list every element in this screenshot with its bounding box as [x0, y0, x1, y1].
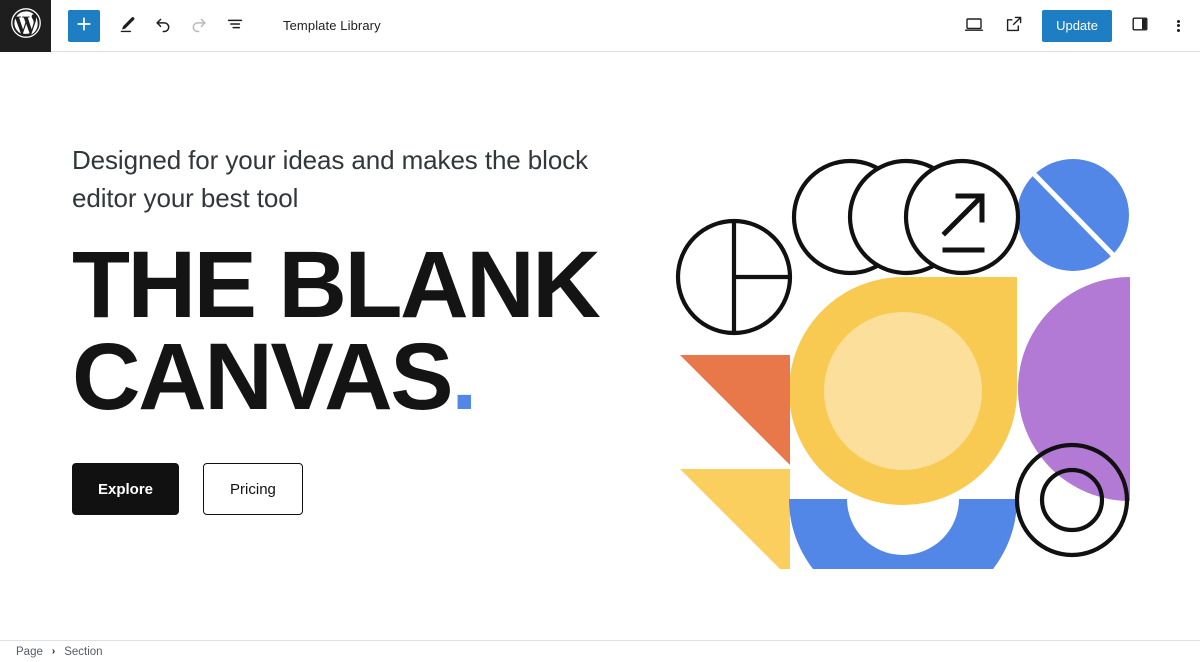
- wordpress-logo-button[interactable]: [0, 0, 51, 52]
- hero-display-heading[interactable]: THE BLANK CANVAS.: [72, 232, 632, 425]
- explore-button[interactable]: Explore: [72, 463, 180, 515]
- list-view-icon: [225, 14, 245, 37]
- preview-external-button[interactable]: [996, 8, 1032, 44]
- blue-half-ring-shape: [789, 499, 1017, 569]
- wordpress-logo-icon: [10, 7, 42, 44]
- desktop-preview-icon: [963, 13, 985, 38]
- settings-sidebar-button[interactable]: [1122, 8, 1158, 44]
- blue-slashed-circle-shape: [1017, 159, 1129, 271]
- purple-half-circle-shape: [1018, 277, 1130, 501]
- editor-toolbar: Template Library Update: [0, 0, 1200, 52]
- breadcrumb-item-page[interactable]: Page: [16, 646, 43, 658]
- options-menu-button[interactable]: [1162, 8, 1194, 44]
- yellow-notched-circle-shape: [789, 277, 1017, 505]
- view-device-button[interactable]: [956, 8, 992, 44]
- redo-button[interactable]: [181, 8, 217, 44]
- undo-arrow-icon: [153, 14, 173, 37]
- toolbar-right-group: Update: [956, 8, 1200, 44]
- hero-heading-line-2: CANVAS: [72, 324, 454, 430]
- list-view-button[interactable]: [217, 8, 253, 44]
- undo-button[interactable]: [145, 8, 181, 44]
- breadcrumb-item-section[interactable]: Section: [64, 646, 102, 658]
- pencil-icon: [117, 14, 137, 37]
- external-link-icon: [1004, 14, 1024, 37]
- plus-icon: [75, 15, 93, 36]
- update-button[interactable]: Update: [1042, 9, 1112, 42]
- document-title: Template Library: [283, 18, 381, 33]
- hero-heading-line-2-wrap: CANVAS.: [72, 330, 632, 425]
- hero-heading-dot: .: [451, 324, 477, 430]
- abstract-geometric-collage[interactable]: [668, 107, 1130, 569]
- quartered-outline-circle-shape: [675, 218, 793, 336]
- editor-canvas[interactable]: Designed for your ideas and makes the bl…: [0, 52, 1200, 640]
- yellow-down-triangle-shape: [680, 469, 790, 569]
- kebab-menu-icon: [1176, 18, 1180, 33]
- breadcrumb-separator-icon: ›: [51, 646, 56, 657]
- hero-button-group: Explore Pricing: [72, 463, 632, 515]
- add-block-button[interactable]: [68, 9, 100, 42]
- sidebar-panel-icon: [1129, 13, 1151, 38]
- redo-arrow-icon: [189, 14, 209, 37]
- hero-heading-line-1: THE BLANK: [72, 232, 601, 338]
- breadcrumb-bar: Page › Section: [0, 640, 1200, 662]
- pricing-button[interactable]: Pricing: [203, 463, 303, 515]
- orange-down-triangle-shape: [680, 355, 790, 465]
- hero-section-block[interactable]: Designed for your ideas and makes the bl…: [0, 52, 1200, 640]
- hero-text-column: Designed for your ideas and makes the bl…: [72, 141, 632, 515]
- toolbar-left-group: Template Library: [51, 8, 381, 44]
- hero-lede-paragraph[interactable]: Designed for your ideas and makes the bl…: [72, 141, 632, 217]
- tools-edit-button[interactable]: [109, 8, 145, 44]
